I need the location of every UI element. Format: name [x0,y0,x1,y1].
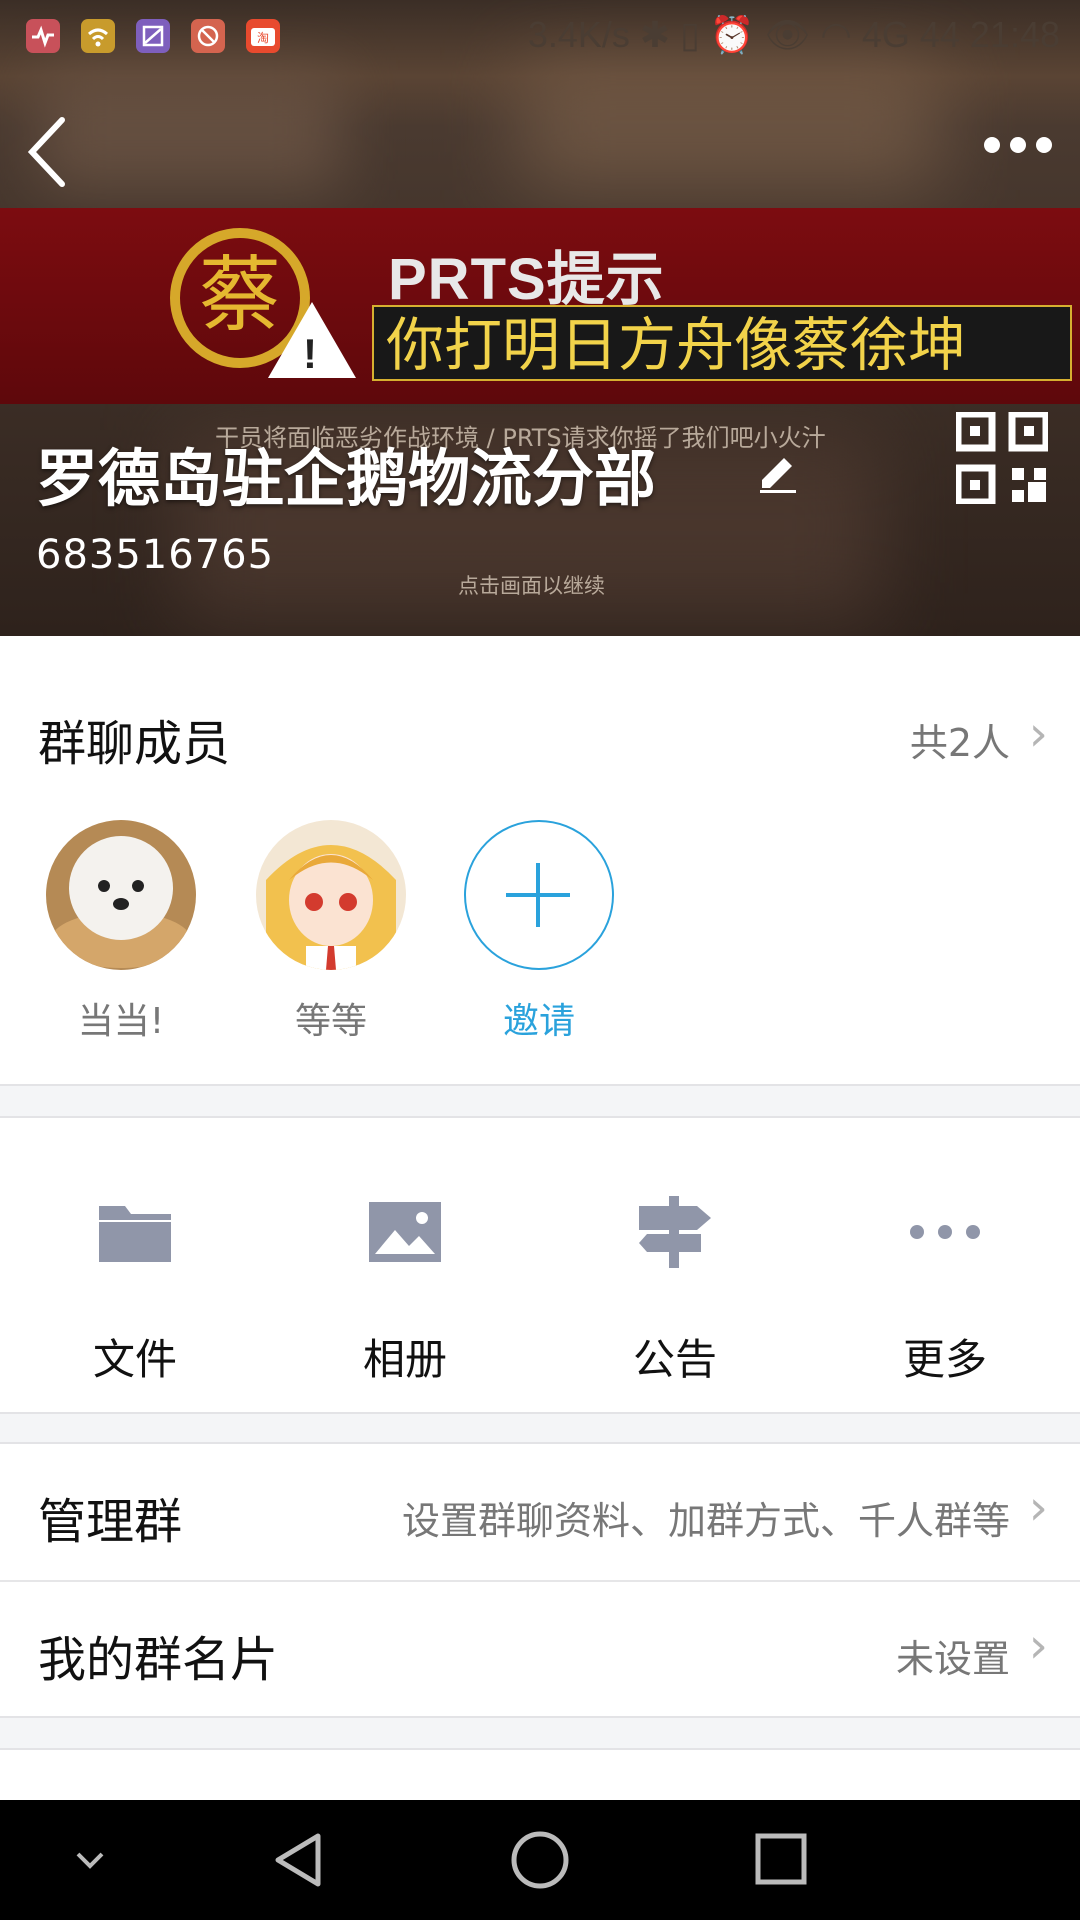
members-count[interactable]: 共2人 [910,712,1010,767]
avatar[interactable] [256,820,406,970]
svg-text:淘: 淘 [257,31,269,45]
feature-more-button[interactable]: 更多 [810,1118,1080,1412]
taobao-icon: 淘 [246,19,280,53]
feature-files-button[interactable]: 文件 [0,1118,270,1412]
system-nav-bar [0,1800,1080,1920]
avatar[interactable] [46,820,196,970]
members-section: 群聊成员 共2人 › 当当! 等等 邀请 [0,636,1080,1084]
more-dots-icon [984,137,1052,153]
folder-icon [97,1194,173,1270]
edit-icon[interactable] [754,446,802,494]
health-icon [26,19,60,53]
next-row-partial[interactable] [0,1750,1080,1800]
group-header: 蔡 ! PRTS提示 你打明日方舟像蔡徐坤 干员将面临恶劣作战环境 / PRTS… [0,0,1080,636]
chevron-right-icon: › [1028,1618,1048,1674]
chevron-right-icon: › [1028,1480,1048,1536]
square-recents-icon [755,1833,807,1885]
nav-collapse-button[interactable] [60,1800,120,1920]
member-item[interactable]: 等等 [256,820,406,1044]
member-name: 等等 [294,1001,367,1042]
group-card-row[interactable]: 我的群名片 未设置 › [0,1582,1080,1716]
wifi-app-icon [81,19,115,53]
manage-group-row[interactable]: 管理群 设置群聊资料、加群方式、千人群等 › [0,1444,1080,1578]
nav-back-button[interactable] [268,1800,328,1920]
more-dots-icon [907,1194,983,1270]
invite-label: 邀请 [502,1001,575,1042]
warning-mark: ! [303,330,317,377]
invite-button[interactable] [464,820,614,970]
section-divider [0,1412,1080,1444]
row-value: 未设置 [895,1637,1010,1681]
triangle-back-icon [275,1833,321,1887]
signpost-icon [637,1194,713,1270]
status-bar-right: 3.4K/s ✱ ▯ ⏰ 👁 ◠ 4G 44 21:48 [527,14,1060,55]
circle-home-icon [511,1831,569,1889]
feature-label: 文件 [92,1335,177,1384]
banner-tap-hint: 点击画面以继续 [458,574,605,598]
row-title: 我的群名片 [38,1632,279,1688]
section-divider [0,1084,1080,1118]
nav-home-button[interactable] [508,1800,572,1920]
more-options-button[interactable] [980,122,1056,172]
chevron-left-icon [27,117,65,187]
group-name: 罗德岛驻企鹅物流分部 [36,442,657,515]
invite-item[interactable]: 邀请 [464,820,614,1044]
photo-icon [367,1194,443,1270]
feature-label: 更多 [902,1335,987,1384]
section-divider [0,1716,1080,1750]
member-item[interactable]: 当当! [46,820,196,1044]
group-id: 683516765 [36,532,275,578]
members-title: 群聊成员 [38,716,231,772]
no-disturb-icon [191,19,225,53]
banner-title: PRTS提示 [388,247,665,312]
qr-code-icon[interactable] [954,410,1050,506]
member-name: 当当! [77,1001,165,1042]
back-button[interactable] [22,112,82,192]
status-bar: 淘 3.4K/s ✱ ▯ ⏰ 👁 ◠ 4G 44 21:48 [0,0,1080,72]
feature-album-button[interactable]: 相册 [270,1118,540,1412]
chevron-down-icon [76,1852,104,1869]
chevron-right-icon[interactable]: › [1029,706,1048,762]
row-title: 管理群 [38,1494,183,1550]
feature-label: 公告 [632,1335,717,1384]
feature-announcement-button[interactable]: 公告 [540,1118,810,1412]
banner-headline: 你打明日方舟像蔡徐坤 [372,305,1072,381]
nav-recents-button[interactable] [750,1800,810,1920]
row-value: 设置群聊资料、加群方式、千人群等 [401,1499,1010,1543]
gallery-icon [136,19,170,53]
feature-label: 相册 [362,1335,447,1384]
feature-grid: 文件 相册 公告 更多 [0,1118,1080,1412]
